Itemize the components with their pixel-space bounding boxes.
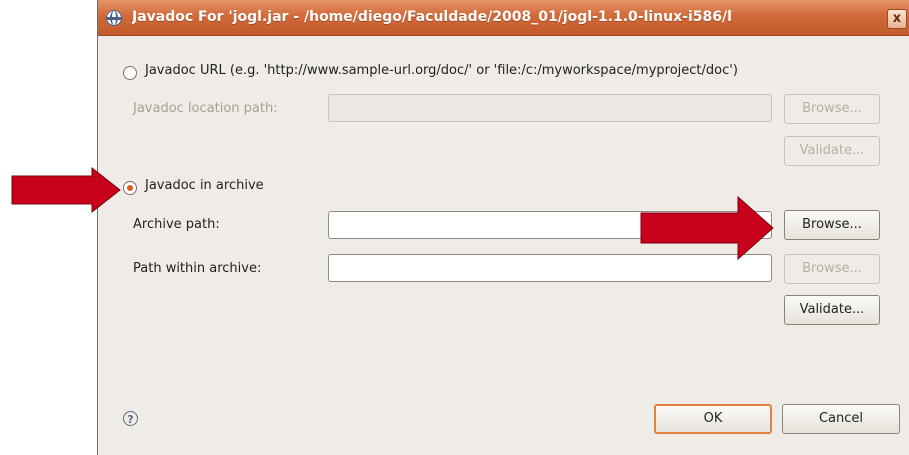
javadoc-url-label[interactable]: Javadoc URL (e.g. 'http://www.sample-url…	[145, 63, 738, 78]
annotation-arrow-left	[11, 166, 121, 214]
help-icon[interactable]: ?	[123, 411, 138, 426]
app-globe-icon	[106, 10, 122, 26]
javadoc-archive-radio[interactable]	[123, 181, 137, 195]
url-validate-button[interactable]: Validate...	[784, 136, 880, 166]
javadoc-archive-label[interactable]: Javadoc in archive	[145, 178, 264, 193]
annotation-arrow-right	[640, 195, 774, 261]
javadoc-url-radio[interactable]	[123, 66, 137, 80]
ok-button[interactable]: OK	[654, 404, 772, 434]
archive-validate-button[interactable]: Validate...	[784, 295, 880, 325]
title-bar[interactable]: Javadoc For 'jogl.jar - /home/diego/Facu…	[98, 0, 909, 36]
dialog-title: Javadoc For 'jogl.jar - /home/diego/Facu…	[132, 9, 732, 25]
javadoc-dialog: Javadoc For 'jogl.jar - /home/diego/Facu…	[97, 0, 909, 455]
cancel-button[interactable]: Cancel	[782, 404, 900, 434]
path-within-browse-button[interactable]: Browse...	[784, 254, 880, 284]
close-icon[interactable]: x	[887, 9, 907, 29]
archive-browse-button[interactable]: Browse...	[784, 210, 880, 240]
javadoc-location-label: Javadoc location path:	[133, 101, 278, 116]
url-browse-button[interactable]: Browse...	[784, 94, 880, 124]
path-within-archive-label: Path within archive:	[133, 261, 262, 276]
javadoc-location-field[interactable]	[328, 94, 772, 122]
archive-path-label: Archive path:	[133, 217, 220, 232]
